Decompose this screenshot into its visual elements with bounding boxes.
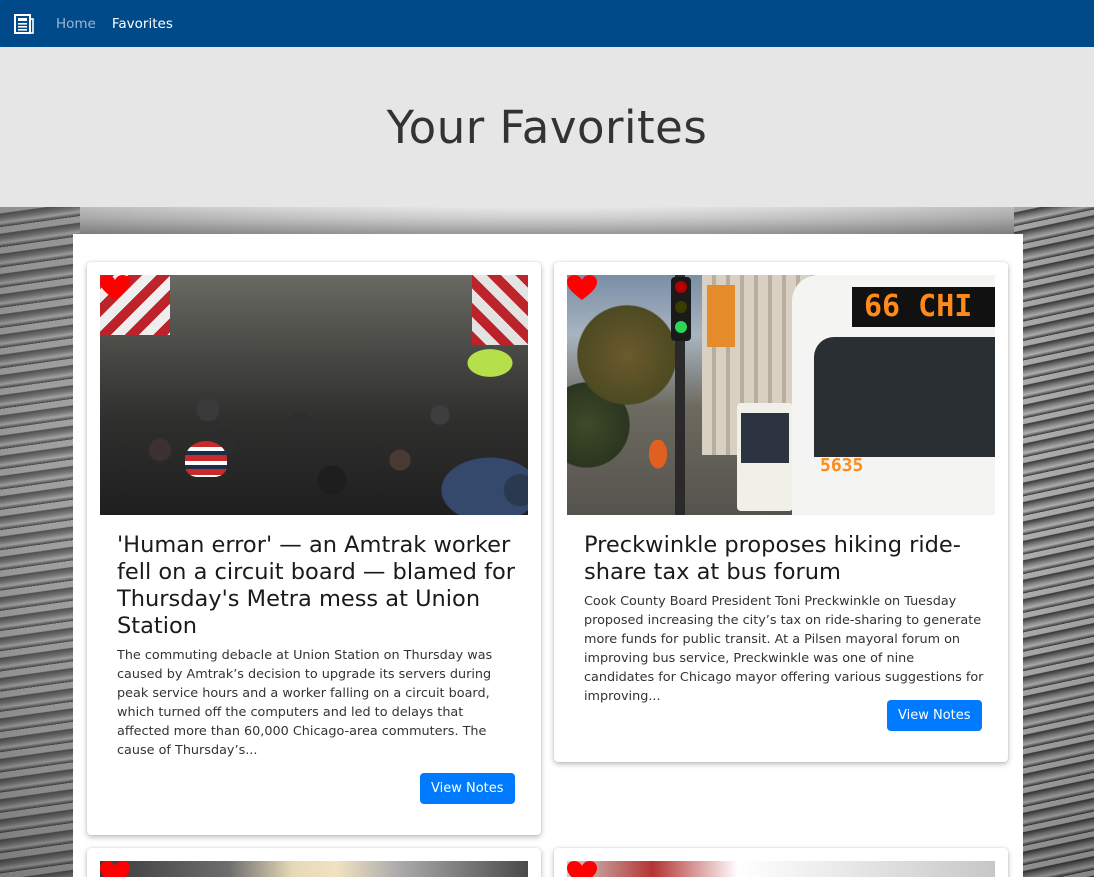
article-image	[100, 275, 528, 515]
article-card: 66 CHI 5635 Preckwinkle proposes hiking …	[554, 262, 1008, 762]
bus-number: 5635	[820, 455, 864, 476]
heart-icon[interactable]	[100, 275, 130, 301]
newspaper-icon[interactable]	[12, 12, 36, 36]
heart-icon[interactable]	[567, 861, 597, 877]
article-card: 'Human error' — an Amtrak worker fell on…	[87, 262, 541, 835]
article-card	[554, 848, 1008, 877]
bus-sign: 66 CHI	[852, 287, 995, 327]
heart-icon[interactable]	[567, 275, 597, 301]
page-title: Your Favorites	[386, 100, 708, 154]
view-notes-button[interactable]: View Notes	[887, 700, 982, 731]
article-image: 66 CHI 5635	[567, 275, 995, 515]
favorites-container: 'Human error' — an Amtrak worker fell on…	[73, 234, 1023, 877]
nav-link-favorites[interactable]: Favorites	[112, 16, 173, 32]
jumbotron: Your Favorites	[0, 47, 1094, 207]
nav-link-home[interactable]: Home	[56, 16, 96, 32]
navbar: Home Favorites	[0, 0, 1094, 47]
article-title: 'Human error' — an Amtrak worker fell on…	[117, 532, 516, 639]
article-title: Preckwinkle proposes hiking ride-share t…	[584, 532, 961, 585]
article-summary: The commuting debacle at Union Station o…	[117, 648, 493, 758]
article-image	[100, 861, 528, 877]
article-image	[567, 861, 995, 877]
article-card	[87, 848, 541, 877]
view-notes-button[interactable]: View Notes	[420, 773, 515, 804]
article-summary: Cook County Board President Toni Preckwi…	[584, 594, 984, 704]
heart-icon[interactable]	[100, 861, 130, 877]
